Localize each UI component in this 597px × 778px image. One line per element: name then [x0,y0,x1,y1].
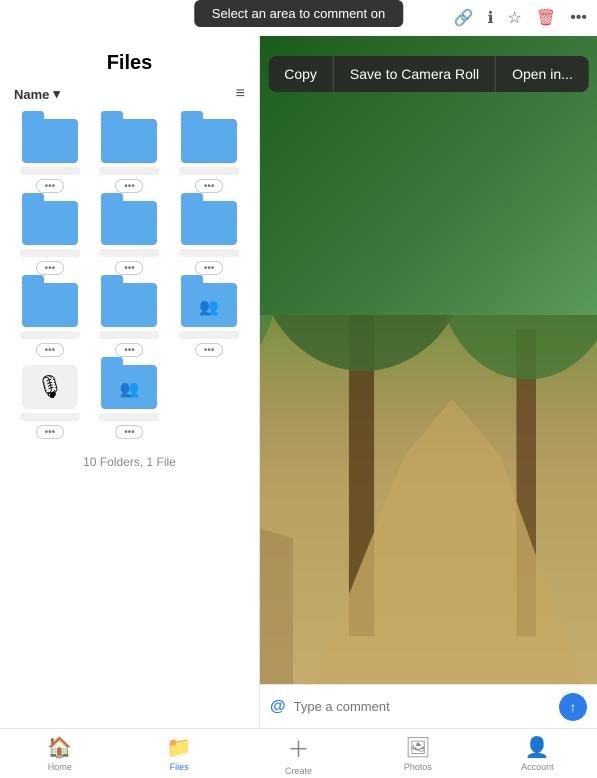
list-item[interactable]: ••• [173,201,245,275]
file-name [179,167,239,175]
folder-icon [22,283,78,327]
audio-file-icon: 🎙 [22,365,78,409]
context-menu: Copy Save to Camera Roll Open in... [268,56,589,92]
park-image [260,36,597,734]
file-name [179,331,239,339]
file-more-button[interactable]: ••• [36,261,64,275]
file-name [179,249,239,257]
top-bar-icons: 🔗 ℹ ☆ 🗑 ••• [454,8,587,28]
tooltip-banner: Select an area to comment on [194,0,403,27]
link-icon[interactable]: 🔗 [454,8,474,28]
home-icon: 🏠 [47,735,72,760]
file-more-button[interactable]: ••• [195,261,223,275]
info-icon[interactable]: ℹ [487,8,493,28]
files-title: Files [0,36,259,85]
chevron-down-icon: ▾ [53,86,60,102]
files-icon: 📁 [167,735,192,760]
send-button[interactable]: ↑ [559,693,587,721]
list-item[interactable]: ••• [14,119,86,193]
nav-label-account: Account [521,762,554,772]
list-view-icon[interactable]: ≡ [236,85,245,103]
bottom-nav: 🏠 Home 📁 Files ＋ Create 🖼 Photos 👤 Accou… [0,728,597,778]
star-icon[interactable]: ☆ [508,8,522,28]
nav-label-create: Create [285,766,312,776]
shared-folder-icon [181,283,237,327]
nav-label-photos: Photos [404,762,432,772]
file-name [20,413,80,421]
files-header: Name ▾ ≡ [0,85,259,111]
list-item[interactable]: ••• [14,283,86,357]
comment-input[interactable] [294,699,551,714]
file-name [99,413,159,421]
left-panel: Files Name ▾ ≡ ••• ••• ••• ••• [0,36,260,728]
file-name [99,167,159,175]
nav-item-create[interactable]: ＋ Create [239,732,358,776]
shared-folder-icon [101,365,157,409]
folder-icon [181,201,237,245]
nav-item-files[interactable]: 📁 Files [119,735,238,772]
list-item[interactable]: ••• [94,119,166,193]
comment-input-bar: @ ↑ [260,684,597,728]
file-more-button[interactable]: ••• [115,261,143,275]
at-symbol: @ [270,698,286,716]
folder-icon [101,201,157,245]
file-name [20,167,80,175]
list-item[interactable]: ••• [94,201,166,275]
file-more-button[interactable]: ••• [36,179,64,193]
right-panel: Copy Save to Camera Roll Open in... ℹ 💬 … [260,36,597,778]
create-icon: ＋ [288,732,310,764]
file-name [20,249,80,257]
file-more-button[interactable]: ••• [115,179,143,193]
files-count: 10 Folders, 1 File [0,447,259,483]
list-item[interactable]: ••• [173,283,245,357]
trash-icon[interactable]: 🗑 [536,8,556,28]
send-icon: ↑ [570,699,577,715]
list-item[interactable]: ••• [173,119,245,193]
placeholder-item [173,365,245,439]
save-to-camera-roll-button[interactable]: Save to Camera Roll [334,56,496,92]
name-label: Name [14,87,49,102]
folder-icon [22,201,78,245]
list-item[interactable]: ••• [94,283,166,357]
more-icon[interactable]: ••• [570,9,587,27]
image-area[interactable]: Copy Save to Camera Roll Open in... ℹ [260,36,597,734]
file-more-button[interactable]: ••• [115,425,143,439]
nav-label-files: Files [170,762,189,772]
list-item[interactable]: ••• [14,201,86,275]
file-name [20,331,80,339]
nav-item-photos[interactable]: 🖼 Photos [358,735,477,772]
file-name [99,249,159,257]
open-in-button[interactable]: Open in... [496,56,589,92]
folder-icon [22,119,78,163]
file-name [99,331,159,339]
list-item[interactable]: 🎙 ••• [14,365,86,439]
folder-icon [101,119,157,163]
nav-item-home[interactable]: 🏠 Home [0,735,119,772]
file-more-button[interactable]: ••• [195,343,223,357]
nav-label-home: Home [48,762,72,772]
files-grid: ••• ••• ••• ••• ••• ••• [0,111,259,447]
file-more-button[interactable]: ••• [36,343,64,357]
folder-icon [101,283,157,327]
account-icon: 👤 [525,735,550,760]
file-more-button[interactable]: ••• [195,179,223,193]
folder-icon [181,119,237,163]
file-more-button[interactable]: ••• [115,343,143,357]
copy-button[interactable]: Copy [268,56,334,92]
photos-icon: 🖼 [405,735,430,760]
nav-item-account[interactable]: 👤 Account [478,735,597,772]
name-sort[interactable]: Name ▾ [14,86,60,102]
tooltip-text: Select an area to comment on [212,6,385,21]
file-more-button[interactable]: ••• [36,425,64,439]
list-item[interactable]: ••• [94,365,166,439]
